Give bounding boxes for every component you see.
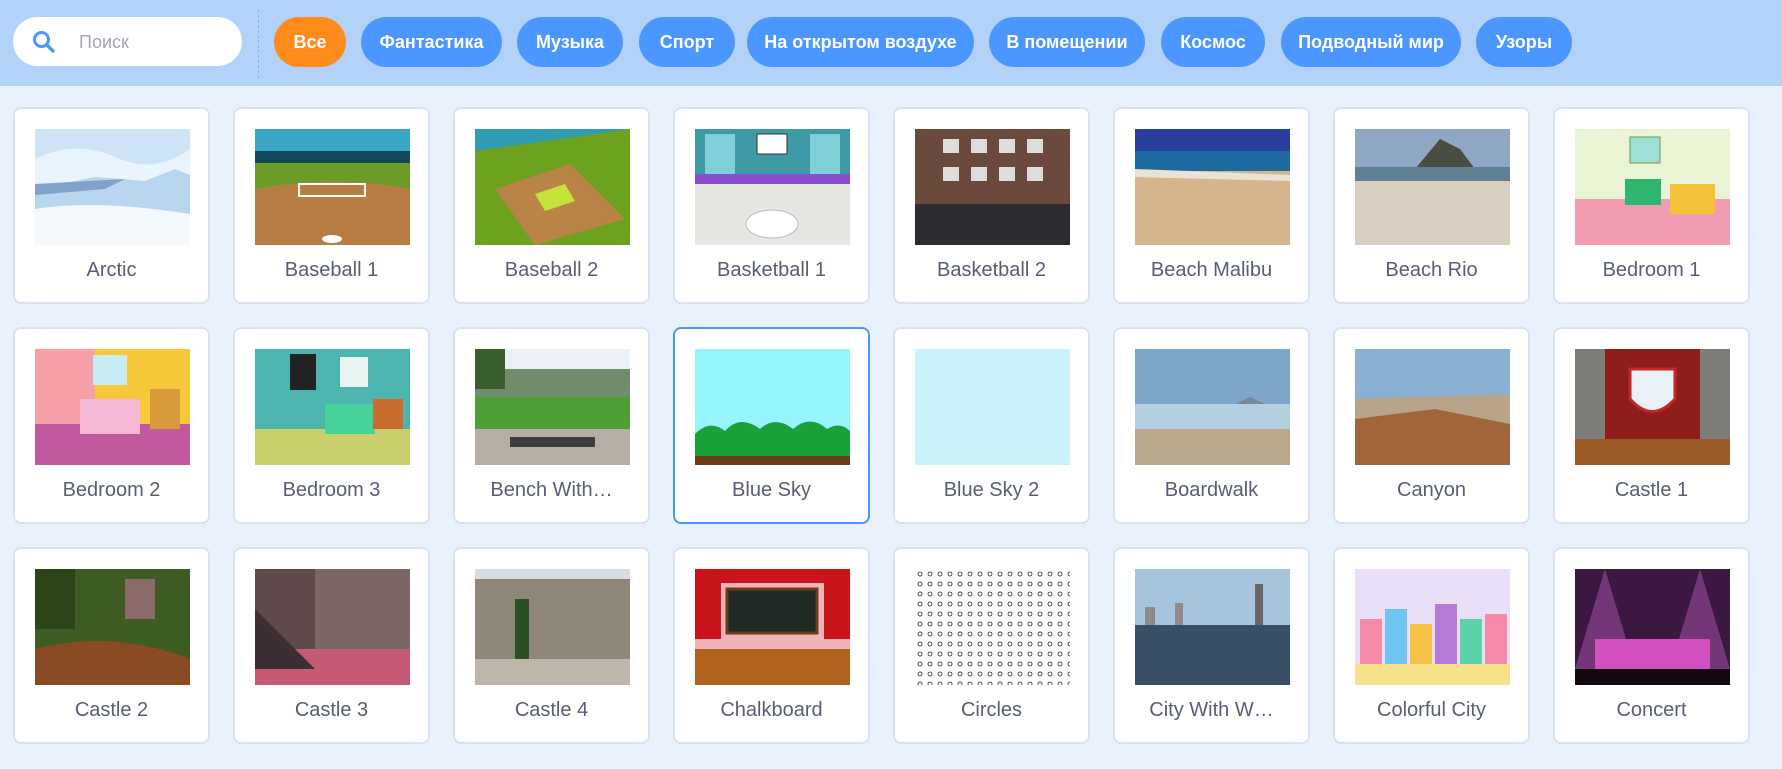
backdrop-card-arctic[interactable]: Arctic: [13, 107, 210, 304]
backdrop-name: Blue Sky: [732, 479, 811, 501]
search-icon: [33, 31, 55, 53]
backdrop-name: Arctic: [86, 259, 137, 281]
backdrop-card-bedroom-1[interactable]: Bedroom 1: [1553, 107, 1750, 304]
backdrop-name: Bedroom 1: [1602, 259, 1701, 281]
backdrop-name: Blue Sky 2: [943, 479, 1040, 501]
backdrop-card-beach-malibu[interactable]: Beach Malibu: [1113, 107, 1310, 304]
backdrop-name: Baseball 2: [504, 259, 599, 281]
backdrop-thumbnail: [475, 569, 630, 685]
backdrop-name: Basketball 1: [717, 259, 826, 281]
tag-indoors[interactable]: В помещении: [989, 17, 1145, 67]
backdrop-card-colorful-city[interactable]: Colorful City: [1333, 547, 1530, 744]
backdrop-thumbnail: [1355, 349, 1510, 465]
backdrop-name: Castle 3: [294, 699, 369, 721]
backdrop-card-bedroom-3[interactable]: Bedroom 3: [233, 327, 430, 524]
backdrop-thumbnail: [1575, 349, 1730, 465]
backdrop-thumbnail: [695, 569, 850, 685]
filter-divider: [258, 10, 259, 78]
backdrop-thumbnail: [475, 129, 630, 245]
search-input[interactable]: [77, 17, 231, 68]
backdrop-thumbnail: [915, 349, 1070, 465]
backdrop-thumbnail: [1355, 129, 1510, 245]
tag-all[interactable]: Все: [274, 17, 346, 67]
backdrop-name: Colorful City: [1377, 699, 1486, 721]
backdrop-name: Chalkboard: [720, 699, 823, 721]
backdrop-card-beach-rio[interactable]: Beach Rio: [1333, 107, 1530, 304]
backdrop-name: Canyon: [1397, 479, 1466, 501]
backdrop-name: Circles: [960, 699, 1023, 721]
backdrop-thumbnail: [35, 569, 190, 685]
tag-space[interactable]: Космос: [1161, 17, 1265, 67]
tag-underwater[interactable]: Подводный мир: [1281, 17, 1461, 67]
backdrop-card-basketball-2[interactable]: Basketball 2: [893, 107, 1090, 304]
backdrop-name: Castle 1: [1614, 479, 1689, 501]
backdrop-card-concert[interactable]: Concert: [1553, 547, 1750, 744]
backdrop-card-castle-4[interactable]: Castle 4: [453, 547, 650, 744]
backdrop-name: City With W…: [1149, 699, 1274, 721]
backdrop-name: Bedroom 2: [62, 479, 161, 501]
backdrop-thumbnail: [255, 349, 410, 465]
backdrop-name: Boardwalk: [1164, 479, 1259, 501]
search-box[interactable]: [13, 17, 242, 68]
backdrop-thumbnail: [35, 129, 190, 245]
backdrop-card-castle-1[interactable]: Castle 1: [1553, 327, 1750, 524]
backdrop-name: Castle 4: [514, 699, 589, 721]
backdrop-card-blue-sky-2[interactable]: Blue Sky 2: [893, 327, 1090, 524]
backdrop-card-circles[interactable]: Circles: [893, 547, 1090, 744]
tag-outdoors[interactable]: На открытом воздухе: [747, 17, 974, 67]
backdrop-thumbnail: [1135, 129, 1290, 245]
backdrop-name: Beach Rio: [1385, 259, 1478, 281]
backdrop-card-bench-with-view[interactable]: Bench With…: [453, 327, 650, 524]
backdrop-card-chalkboard[interactable]: Chalkboard: [673, 547, 870, 744]
backdrop-thumbnail: [35, 349, 190, 465]
tag-music[interactable]: Музыка: [517, 17, 623, 67]
backdrop-thumbnail: [915, 569, 1070, 685]
backdrop-card-castle-2[interactable]: Castle 2: [13, 547, 210, 744]
backdrop-thumbnail: [1135, 569, 1290, 685]
backdrop-thumbnail: [1355, 569, 1510, 685]
backdrop-thumbnail: [1575, 129, 1730, 245]
backdrop-thumbnail: [475, 349, 630, 465]
backdrop-thumbnail: [1575, 569, 1730, 685]
backdrop-thumbnail: [255, 569, 410, 685]
backdrop-thumbnail: [695, 129, 850, 245]
tag-sports[interactable]: Спорт: [639, 17, 735, 67]
backdrop-card-baseball-2[interactable]: Baseball 2: [453, 107, 650, 304]
backdrop-card-baseball-1[interactable]: Baseball 1: [233, 107, 430, 304]
backdrop-name: Basketball 2: [937, 259, 1046, 281]
backdrop-card-boardwalk[interactable]: Boardwalk: [1113, 327, 1310, 524]
backdrop-card-city-with-water[interactable]: City With W…: [1113, 547, 1310, 744]
backdrop-name: Castle 2: [74, 699, 149, 721]
backdrop-name: Bench With…: [490, 479, 613, 501]
backdrop-thumbnail: [695, 349, 850, 465]
backdrop-card-bedroom-2[interactable]: Bedroom 2: [13, 327, 210, 524]
backdrop-name: Concert: [1616, 699, 1687, 721]
backdrop-card-blue-sky[interactable]: Blue Sky: [673, 327, 870, 524]
filter-bar: Все Фантастика Музыка Спорт На открытом …: [0, 0, 1782, 86]
backdrop-name: Baseball 1: [284, 259, 379, 281]
tag-fantasy[interactable]: Фантастика: [361, 17, 502, 67]
backdrop-thumbnail: [915, 129, 1070, 245]
backdrop-thumbnail: [1135, 349, 1290, 465]
backdrop-name: Bedroom 3: [282, 479, 381, 501]
backdrop-card-basketball-1[interactable]: Basketball 1: [673, 107, 870, 304]
backdrop-thumbnail: [255, 129, 410, 245]
backdrop-card-canyon[interactable]: Canyon: [1333, 327, 1530, 524]
backdrop-name: Beach Malibu: [1150, 259, 1273, 281]
tag-patterns[interactable]: Узоры: [1476, 17, 1572, 67]
backdrop-card-castle-3[interactable]: Castle 3: [233, 547, 430, 744]
